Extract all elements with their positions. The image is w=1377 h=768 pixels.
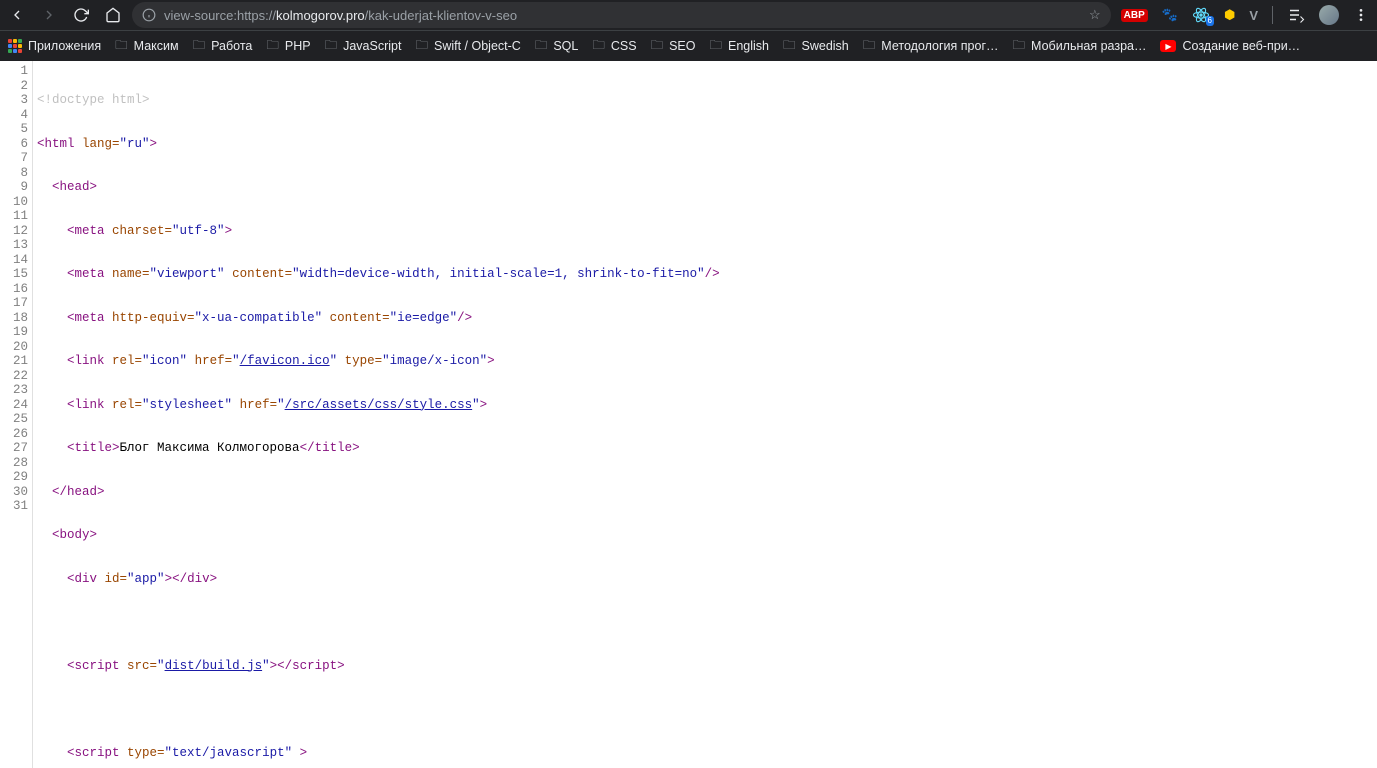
- abp-extension-icon[interactable]: ABP: [1121, 9, 1148, 22]
- profile-avatar[interactable]: [1319, 5, 1339, 25]
- source-code[interactable]: <!doctype html> <html lang="ru"> <head> …: [33, 61, 1005, 768]
- code-line: </head>: [37, 485, 1005, 500]
- bookmark-folder[interactable]: 🗀CSS: [592, 36, 636, 57]
- source-link[interactable]: dist/build.js: [165, 659, 263, 673]
- bookmark-folder[interactable]: 🗀Методология прог…: [863, 36, 999, 57]
- code-line: <meta http-equiv="x-ua-compatible" conte…: [37, 311, 1005, 326]
- folder-icon: 🗀: [783, 36, 796, 57]
- code-line: [37, 615, 1005, 630]
- folder-icon: 🗀: [325, 36, 338, 57]
- bookmark-item[interactable]: ▶Создание веб-при…: [1160, 39, 1300, 53]
- folder-icon: 🗀: [266, 36, 279, 57]
- bookmark-folder[interactable]: 🗀Максим: [115, 36, 178, 57]
- folder-icon: 🗀: [1013, 36, 1026, 57]
- code-line: <title>Блог Максима Колмогорова</title>: [37, 441, 1005, 456]
- folder-icon: 🗀: [651, 36, 664, 57]
- code-line: <body>: [37, 528, 1005, 543]
- back-icon[interactable]: [8, 6, 26, 24]
- source-link[interactable]: /favicon.ico: [240, 354, 330, 368]
- bookmark-folder[interactable]: 🗀English: [709, 36, 769, 57]
- apps-icon: [8, 39, 22, 53]
- folder-icon: 🗀: [592, 36, 605, 57]
- code-line: <div id="app"></div>: [37, 572, 1005, 587]
- reload-icon[interactable]: [72, 6, 90, 24]
- code-line: <html lang="ru">: [37, 137, 1005, 152]
- url-text: view-source:https://kolmogorov.pro/kak-u…: [164, 8, 517, 23]
- code-line: <!doctype html>: [37, 93, 1005, 108]
- code-line: <meta name="viewport" content="width=dev…: [37, 267, 1005, 282]
- code-line: [37, 702, 1005, 717]
- bookmark-folder[interactable]: 🗀Swift / Object-C: [415, 36, 520, 57]
- bookmark-folder[interactable]: 🗀SEO: [651, 36, 696, 57]
- react-devtools-icon[interactable]: 6: [1192, 6, 1210, 24]
- folder-icon: 🗀: [193, 36, 206, 57]
- vue-extension-icon[interactable]: V: [1249, 8, 1258, 23]
- view-source-content: 1234567891011121314151617181920212223242…: [0, 61, 1377, 768]
- extension-icon[interactable]: ⬢: [1224, 7, 1235, 23]
- badge-count: 6: [1206, 16, 1214, 26]
- youtube-icon: ▶: [1160, 40, 1176, 52]
- code-line: <link rel="icon" href="/favicon.ico" typ…: [37, 354, 1005, 369]
- browser-chrome: view-source:https://kolmogorov.pro/kak-u…: [0, 0, 1377, 61]
- bookmark-folder[interactable]: 🗀PHP: [266, 36, 310, 57]
- folder-icon: 🗀: [709, 36, 722, 57]
- bookmark-folder[interactable]: 🗀Мобильная разра…: [1013, 36, 1147, 57]
- code-line: <link rel="stylesheet" href="/src/assets…: [37, 398, 1005, 413]
- code-line: <meta charset="utf-8">: [37, 224, 1005, 239]
- folder-icon: 🗀: [535, 36, 548, 57]
- folder-icon: 🗀: [863, 36, 876, 57]
- forward-icon[interactable]: [40, 6, 58, 24]
- line-gutter: 1234567891011121314151617181920212223242…: [0, 61, 33, 768]
- address-bar[interactable]: view-source:https://kolmogorov.pro/kak-u…: [132, 2, 1111, 28]
- code-line: <head>: [37, 180, 1005, 195]
- menu-icon[interactable]: [1353, 7, 1369, 23]
- source-link[interactable]: /src/assets/css/style.css: [285, 398, 473, 412]
- media-control-icon[interactable]: [1287, 6, 1305, 24]
- folder-icon: 🗀: [115, 36, 128, 57]
- apps-shortcut[interactable]: Приложения: [8, 39, 101, 53]
- bookmark-folder[interactable]: 🗀Swedish: [783, 36, 849, 57]
- home-icon[interactable]: [104, 6, 122, 24]
- paw-extension-icon[interactable]: 🐾: [1162, 7, 1178, 23]
- bookmark-star-icon[interactable]: ☆: [1089, 7, 1101, 23]
- code-line: <script type="text/javascript" >: [37, 746, 1005, 761]
- bookmarks-bar: Приложения 🗀Максим 🗀Работа 🗀PHP 🗀JavaScr…: [0, 30, 1377, 61]
- folder-icon: 🗀: [415, 36, 428, 57]
- toolbar: view-source:https://kolmogorov.pro/kak-u…: [0, 0, 1377, 30]
- separator: [1272, 6, 1273, 24]
- bookmark-folder[interactable]: 🗀SQL: [535, 36, 579, 57]
- bookmark-folder[interactable]: 🗀JavaScript: [325, 36, 402, 57]
- code-line: <script src="dist/build.js"></script>: [37, 659, 1005, 674]
- bookmark-folder[interactable]: 🗀Работа: [193, 36, 253, 57]
- site-info-icon[interactable]: [142, 8, 156, 22]
